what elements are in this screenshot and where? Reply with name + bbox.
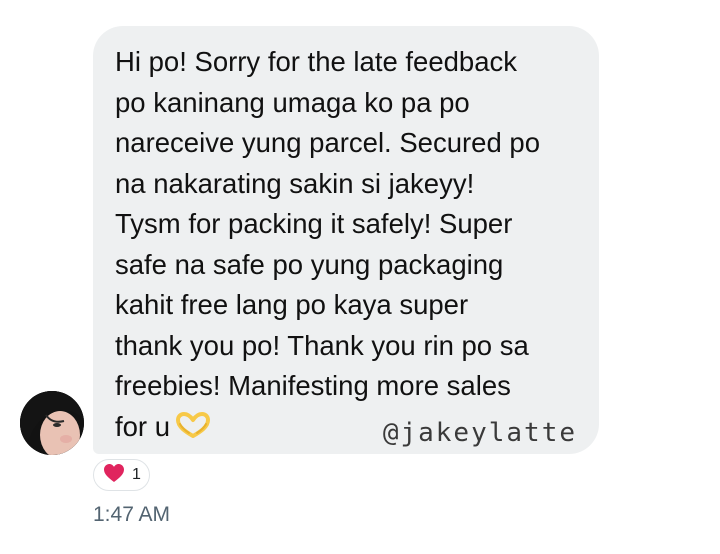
message-bubble[interactable]: Hi po! Sorry for the late feedback po ka… [93, 26, 599, 454]
message-text: Hi po! Sorry for the late feedback po ka… [115, 42, 595, 449]
message-line: freebies! Manifesting more sales [115, 370, 511, 401]
message-line: po kaninang umaga ko pa po [115, 86, 470, 118]
message-line: kahit free lang po kaya super [115, 289, 469, 320]
message-line: Hi po! Sorry for the late feedback [115, 46, 518, 77]
message-line: Tysm for packing it safely! Super [115, 208, 513, 239]
message-line: nareceive yung parcel. Secured po [115, 127, 540, 158]
red-heart-icon [103, 463, 125, 488]
message-line: safe na safe po yung packaging [115, 248, 504, 280]
avatar[interactable] [20, 391, 84, 455]
reaction-badge[interactable]: 1 [93, 459, 150, 491]
message-timestamp: 1:47 AM [93, 503, 171, 526]
message-line: thank you po! Thank you rin po sa [115, 329, 529, 361]
avatar-image [20, 391, 84, 455]
message-line: na nakarating sakin si jakeyy! [115, 167, 475, 199]
reaction-count: 1 [132, 466, 141, 483]
watermark-text: @jakeylatte [382, 418, 577, 448]
heart-hands-icon [176, 409, 211, 450]
message-line-text: for u [115, 410, 171, 442]
